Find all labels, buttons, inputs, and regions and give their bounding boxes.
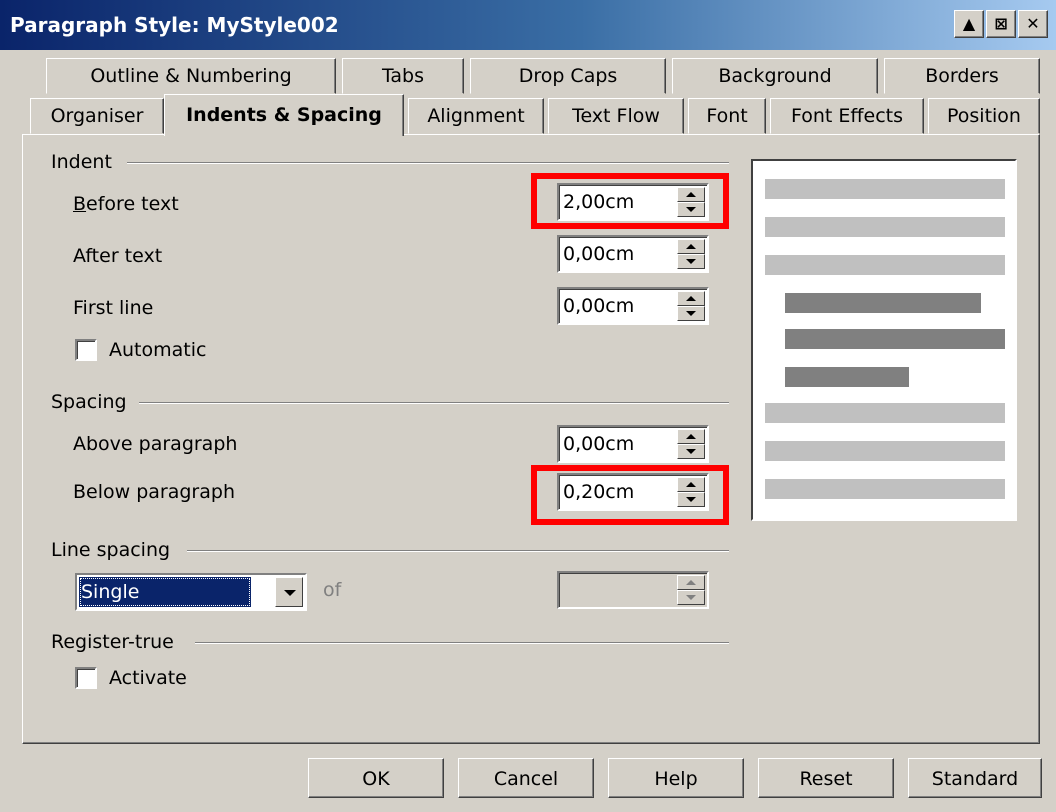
- preview-line-current: [785, 329, 1005, 349]
- spin-down-icon[interactable]: [677, 444, 705, 459]
- above-paragraph-input[interactable]: [563, 430, 675, 458]
- tab-alignment[interactable]: Alignment: [408, 98, 544, 134]
- tab-indents-spacing[interactable]: Indents & Spacing: [164, 94, 404, 136]
- before-text-accel: B: [73, 193, 87, 215]
- line-spacing-section-label: Line spacing: [51, 539, 171, 561]
- minimize-icon[interactable]: ▲: [954, 10, 984, 38]
- ok-button[interactable]: OK: [308, 758, 444, 798]
- tab-organiser[interactable]: Organiser: [30, 98, 164, 134]
- automatic-checkbox[interactable]: [75, 339, 97, 361]
- chevron-down-icon[interactable]: [275, 577, 303, 607]
- spin-up-icon[interactable]: [677, 291, 705, 306]
- spin-up-icon[interactable]: [677, 429, 705, 444]
- window-title: Paragraph Style: MyStyle002: [10, 13, 339, 37]
- indent-section-label: Indent: [51, 151, 112, 173]
- tab-drop-caps[interactable]: Drop Caps: [470, 58, 666, 94]
- tab-position[interactable]: Position: [928, 98, 1040, 134]
- paragraph-preview: [751, 159, 1017, 521]
- after-text-input[interactable]: [563, 240, 675, 268]
- standard-button[interactable]: Standard: [908, 758, 1042, 798]
- title-bar: Paragraph Style: MyStyle002 ▲ ⊠ ✕: [0, 0, 1056, 50]
- register-true-divider: [195, 642, 729, 644]
- first-line-label: First line: [73, 297, 154, 319]
- indent-divider: [127, 162, 729, 164]
- spin-up-icon[interactable]: [677, 575, 705, 590]
- first-line-spinner[interactable]: [557, 287, 709, 325]
- spacing-divider: [139, 402, 729, 404]
- line-spacing-divider: [187, 550, 729, 552]
- of-value-input[interactable]: [563, 576, 675, 604]
- of-value-spinner[interactable]: [557, 571, 709, 609]
- spin-up-icon[interactable]: [677, 239, 705, 254]
- preview-line-after: [765, 441, 1005, 461]
- tab-borders[interactable]: Borders: [884, 58, 1040, 94]
- first-line-input[interactable]: [563, 292, 675, 320]
- preview-line-current: [785, 293, 981, 313]
- help-button[interactable]: Help: [608, 758, 744, 798]
- preview-line-after: [765, 403, 1005, 423]
- below-paragraph-highlight: [531, 465, 729, 525]
- spin-down-icon[interactable]: [677, 306, 705, 321]
- preview-line-before: [765, 217, 1005, 237]
- after-text-label: After text: [73, 245, 163, 267]
- below-paragraph-label: Below paragraph: [73, 481, 235, 503]
- before-text-highlight: [531, 173, 729, 229]
- window-controls: ▲ ⊠ ✕: [954, 10, 1048, 38]
- before-text-label: Before text: [73, 193, 179, 215]
- tab-text-flow[interactable]: Text Flow: [548, 98, 684, 134]
- tab-outline-numbering[interactable]: Outline & Numbering: [46, 58, 336, 94]
- spin-down-icon[interactable]: [677, 254, 705, 269]
- preview-line-before: [765, 179, 1005, 199]
- cancel-button[interactable]: Cancel: [458, 758, 594, 798]
- preview-line-after: [765, 479, 1005, 499]
- tab-font-effects[interactable]: Font Effects: [770, 98, 924, 134]
- before-text-label-rest: efore text: [86, 193, 179, 215]
- spin-down-icon[interactable]: [677, 590, 705, 605]
- activate-checkbox[interactable]: [75, 667, 97, 689]
- of-label: of: [323, 579, 342, 601]
- preview-line-current: [785, 367, 909, 387]
- above-paragraph-label: Above paragraph: [73, 433, 238, 455]
- line-spacing-selected: Single: [79, 577, 251, 607]
- preview-line-before: [765, 255, 1005, 275]
- help-pin-icon[interactable]: ⊠: [986, 10, 1016, 38]
- reset-button[interactable]: Reset: [758, 758, 894, 798]
- register-true-section-label: Register-true: [51, 631, 174, 653]
- indents-spacing-panel: Indent Before text After text First line…: [22, 134, 1040, 744]
- line-spacing-dropdown[interactable]: Single: [75, 573, 307, 611]
- after-text-spinner[interactable]: [557, 235, 709, 273]
- activate-label: Activate: [109, 667, 187, 689]
- automatic-label: Automatic: [109, 339, 207, 361]
- spacing-section-label: Spacing: [51, 391, 127, 413]
- tab-tabs[interactable]: Tabs: [342, 58, 464, 94]
- tab-font[interactable]: Font: [688, 98, 766, 134]
- close-icon[interactable]: ✕: [1018, 10, 1048, 38]
- tab-background[interactable]: Background: [672, 58, 878, 94]
- above-paragraph-spinner[interactable]: [557, 425, 709, 463]
